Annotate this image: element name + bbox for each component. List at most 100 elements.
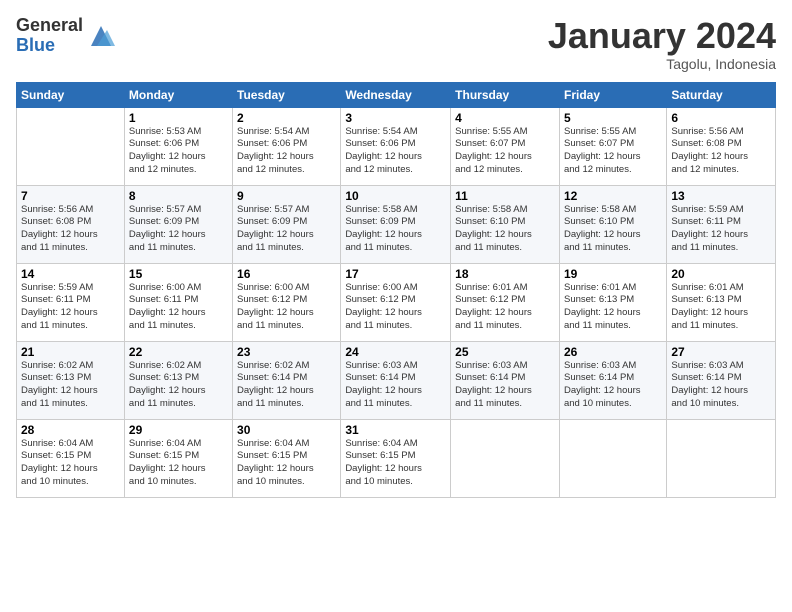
table-row: 8Sunrise: 5:57 AM Sunset: 6:09 PM Daylig… <box>124 185 232 263</box>
calendar-week-3: 21Sunrise: 6:02 AM Sunset: 6:13 PM Dayli… <box>17 341 776 419</box>
day-detail: Sunrise: 5:58 AM Sunset: 6:10 PM Dayligh… <box>564 204 662 255</box>
day-detail: Sunrise: 6:04 AM Sunset: 6:15 PM Dayligh… <box>345 438 446 489</box>
day-detail: Sunrise: 6:01 AM Sunset: 6:13 PM Dayligh… <box>671 282 771 333</box>
day-detail: Sunrise: 6:03 AM Sunset: 6:14 PM Dayligh… <box>345 360 446 411</box>
day-detail: Sunrise: 5:58 AM Sunset: 6:10 PM Dayligh… <box>455 204 555 255</box>
day-detail: Sunrise: 5:54 AM Sunset: 6:06 PM Dayligh… <box>345 126 446 177</box>
calendar-week-2: 14Sunrise: 5:59 AM Sunset: 6:11 PM Dayli… <box>17 263 776 341</box>
day-number: 15 <box>129 267 228 281</box>
day-detail: Sunrise: 5:59 AM Sunset: 6:11 PM Dayligh… <box>671 204 771 255</box>
table-row: 17Sunrise: 6:00 AM Sunset: 6:12 PM Dayli… <box>341 263 451 341</box>
logo: General Blue <box>16 16 115 56</box>
day-detail: Sunrise: 5:56 AM Sunset: 6:08 PM Dayligh… <box>671 126 771 177</box>
day-number: 5 <box>564 111 662 125</box>
logo-icon <box>87 22 115 50</box>
table-row: 28Sunrise: 6:04 AM Sunset: 6:15 PM Dayli… <box>17 419 125 497</box>
calendar-week-4: 28Sunrise: 6:04 AM Sunset: 6:15 PM Dayli… <box>17 419 776 497</box>
table-row: 20Sunrise: 6:01 AM Sunset: 6:13 PM Dayli… <box>667 263 776 341</box>
table-row: 7Sunrise: 5:56 AM Sunset: 6:08 PM Daylig… <box>17 185 125 263</box>
day-detail: Sunrise: 6:00 AM Sunset: 6:12 PM Dayligh… <box>237 282 336 333</box>
day-detail: Sunrise: 5:56 AM Sunset: 6:08 PM Dayligh… <box>21 204 120 255</box>
table-row <box>559 419 666 497</box>
day-number: 19 <box>564 267 662 281</box>
subtitle: Tagolu, Indonesia <box>548 56 776 72</box>
day-number: 12 <box>564 189 662 203</box>
col-wednesday: Wednesday <box>341 82 451 107</box>
day-number: 24 <box>345 345 446 359</box>
page: General Blue January 2024 Tagolu, Indone… <box>0 0 792 612</box>
day-number: 20 <box>671 267 771 281</box>
table-row: 27Sunrise: 6:03 AM Sunset: 6:14 PM Dayli… <box>667 341 776 419</box>
day-number: 23 <box>237 345 336 359</box>
day-number: 21 <box>21 345 120 359</box>
day-detail: Sunrise: 6:04 AM Sunset: 6:15 PM Dayligh… <box>21 438 120 489</box>
col-monday: Monday <box>124 82 232 107</box>
day-detail: Sunrise: 6:04 AM Sunset: 6:15 PM Dayligh… <box>237 438 336 489</box>
day-number: 25 <box>455 345 555 359</box>
day-detail: Sunrise: 5:59 AM Sunset: 6:11 PM Dayligh… <box>21 282 120 333</box>
table-row: 9Sunrise: 5:57 AM Sunset: 6:09 PM Daylig… <box>233 185 341 263</box>
table-row: 15Sunrise: 6:00 AM Sunset: 6:11 PM Dayli… <box>124 263 232 341</box>
day-detail: Sunrise: 6:03 AM Sunset: 6:14 PM Dayligh… <box>564 360 662 411</box>
title-area: January 2024 Tagolu, Indonesia <box>548 16 776 72</box>
day-detail: Sunrise: 6:02 AM Sunset: 6:14 PM Dayligh… <box>237 360 336 411</box>
day-detail: Sunrise: 5:55 AM Sunset: 6:07 PM Dayligh… <box>564 126 662 177</box>
day-detail: Sunrise: 5:53 AM Sunset: 6:06 PM Dayligh… <box>129 126 228 177</box>
day-detail: Sunrise: 6:01 AM Sunset: 6:12 PM Dayligh… <box>455 282 555 333</box>
table-row: 31Sunrise: 6:04 AM Sunset: 6:15 PM Dayli… <box>341 419 451 497</box>
day-detail: Sunrise: 6:02 AM Sunset: 6:13 PM Dayligh… <box>129 360 228 411</box>
table-row: 5Sunrise: 5:55 AM Sunset: 6:07 PM Daylig… <box>559 107 666 185</box>
day-number: 7 <box>21 189 120 203</box>
table-row: 26Sunrise: 6:03 AM Sunset: 6:14 PM Dayli… <box>559 341 666 419</box>
day-detail: Sunrise: 6:04 AM Sunset: 6:15 PM Dayligh… <box>129 438 228 489</box>
day-number: 10 <box>345 189 446 203</box>
table-row: 10Sunrise: 5:58 AM Sunset: 6:09 PM Dayli… <box>341 185 451 263</box>
col-saturday: Saturday <box>667 82 776 107</box>
table-row <box>667 419 776 497</box>
day-number: 14 <box>21 267 120 281</box>
day-number: 13 <box>671 189 771 203</box>
logo-text: General Blue <box>16 16 83 56</box>
table-row: 22Sunrise: 6:02 AM Sunset: 6:13 PM Dayli… <box>124 341 232 419</box>
table-row: 6Sunrise: 5:56 AM Sunset: 6:08 PM Daylig… <box>667 107 776 185</box>
table-row: 14Sunrise: 5:59 AM Sunset: 6:11 PM Dayli… <box>17 263 125 341</box>
table-row: 24Sunrise: 6:03 AM Sunset: 6:14 PM Dayli… <box>341 341 451 419</box>
day-number: 1 <box>129 111 228 125</box>
day-number: 28 <box>21 423 120 437</box>
day-detail: Sunrise: 6:03 AM Sunset: 6:14 PM Dayligh… <box>671 360 771 411</box>
table-row: 4Sunrise: 5:55 AM Sunset: 6:07 PM Daylig… <box>451 107 560 185</box>
day-number: 16 <box>237 267 336 281</box>
day-detail: Sunrise: 6:00 AM Sunset: 6:12 PM Dayligh… <box>345 282 446 333</box>
calendar-table: Sunday Monday Tuesday Wednesday Thursday… <box>16 82 776 498</box>
table-row: 19Sunrise: 6:01 AM Sunset: 6:13 PM Dayli… <box>559 263 666 341</box>
table-row: 23Sunrise: 6:02 AM Sunset: 6:14 PM Dayli… <box>233 341 341 419</box>
day-number: 18 <box>455 267 555 281</box>
table-row: 18Sunrise: 6:01 AM Sunset: 6:12 PM Dayli… <box>451 263 560 341</box>
col-thursday: Thursday <box>451 82 560 107</box>
table-row: 16Sunrise: 6:00 AM Sunset: 6:12 PM Dayli… <box>233 263 341 341</box>
table-row: 2Sunrise: 5:54 AM Sunset: 6:06 PM Daylig… <box>233 107 341 185</box>
col-tuesday: Tuesday <box>233 82 341 107</box>
day-number: 4 <box>455 111 555 125</box>
day-detail: Sunrise: 5:55 AM Sunset: 6:07 PM Dayligh… <box>455 126 555 177</box>
table-row: 13Sunrise: 5:59 AM Sunset: 6:11 PM Dayli… <box>667 185 776 263</box>
day-number: 31 <box>345 423 446 437</box>
day-detail: Sunrise: 6:02 AM Sunset: 6:13 PM Dayligh… <box>21 360 120 411</box>
calendar-week-0: 1Sunrise: 5:53 AM Sunset: 6:06 PM Daylig… <box>17 107 776 185</box>
table-row: 11Sunrise: 5:58 AM Sunset: 6:10 PM Dayli… <box>451 185 560 263</box>
day-number: 9 <box>237 189 336 203</box>
month-title: January 2024 <box>548 16 776 56</box>
day-number: 6 <box>671 111 771 125</box>
day-detail: Sunrise: 5:57 AM Sunset: 6:09 PM Dayligh… <box>237 204 336 255</box>
header: General Blue January 2024 Tagolu, Indone… <box>16 16 776 72</box>
day-detail: Sunrise: 6:00 AM Sunset: 6:11 PM Dayligh… <box>129 282 228 333</box>
table-row: 29Sunrise: 6:04 AM Sunset: 6:15 PM Dayli… <box>124 419 232 497</box>
table-row: 21Sunrise: 6:02 AM Sunset: 6:13 PM Dayli… <box>17 341 125 419</box>
day-detail: Sunrise: 5:58 AM Sunset: 6:09 PM Dayligh… <box>345 204 446 255</box>
table-row <box>451 419 560 497</box>
day-number: 2 <box>237 111 336 125</box>
day-number: 29 <box>129 423 228 437</box>
logo-blue: Blue <box>16 36 83 56</box>
day-number: 3 <box>345 111 446 125</box>
table-row: 25Sunrise: 6:03 AM Sunset: 6:14 PM Dayli… <box>451 341 560 419</box>
